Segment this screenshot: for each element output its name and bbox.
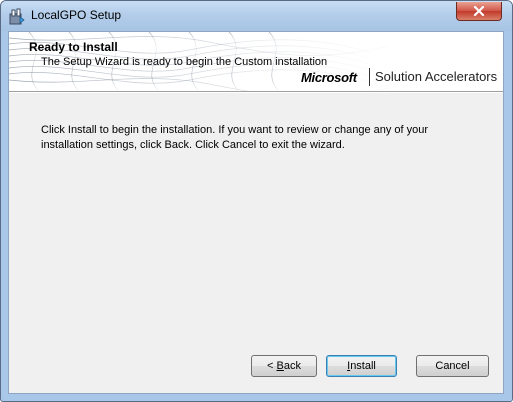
close-icon	[473, 6, 485, 16]
logo-divider	[369, 68, 370, 86]
back-button-mnemonic: B	[276, 360, 284, 372]
banner-separator	[9, 91, 503, 93]
install-button[interactable]: Install	[326, 355, 397, 377]
setup-app-icon	[9, 8, 25, 25]
banner-title: Ready to Install	[29, 40, 118, 54]
product-name: Solution Accelerators	[375, 69, 498, 84]
banner-subtitle: The Setup Wizard is ready to begin the C…	[41, 56, 328, 68]
install-button-label: nstall	[350, 360, 376, 372]
window-title: LocalGPO Setup	[31, 8, 122, 22]
dialog-client-area: Ready to Install The Setup Wizard is rea…	[8, 31, 504, 394]
instruction-text: Click Install to begin the installation.…	[41, 124, 429, 151]
close-button[interactable]	[456, 2, 502, 21]
title-bar[interactable]: LocalGPO Setup	[1, 1, 512, 31]
cancel-button[interactable]: Cancel	[416, 355, 489, 377]
back-button-label: ack	[283, 360, 301, 372]
back-button-prefix: <	[267, 360, 277, 372]
header-banner: Ready to Install The Setup Wizard is rea…	[9, 32, 503, 91]
microsoft-logo: Microsoft	[301, 70, 357, 85]
setup-window: LocalGPO Setup Ready to Install The Setu…	[0, 0, 513, 402]
back-button[interactable]: < Back	[251, 355, 317, 377]
